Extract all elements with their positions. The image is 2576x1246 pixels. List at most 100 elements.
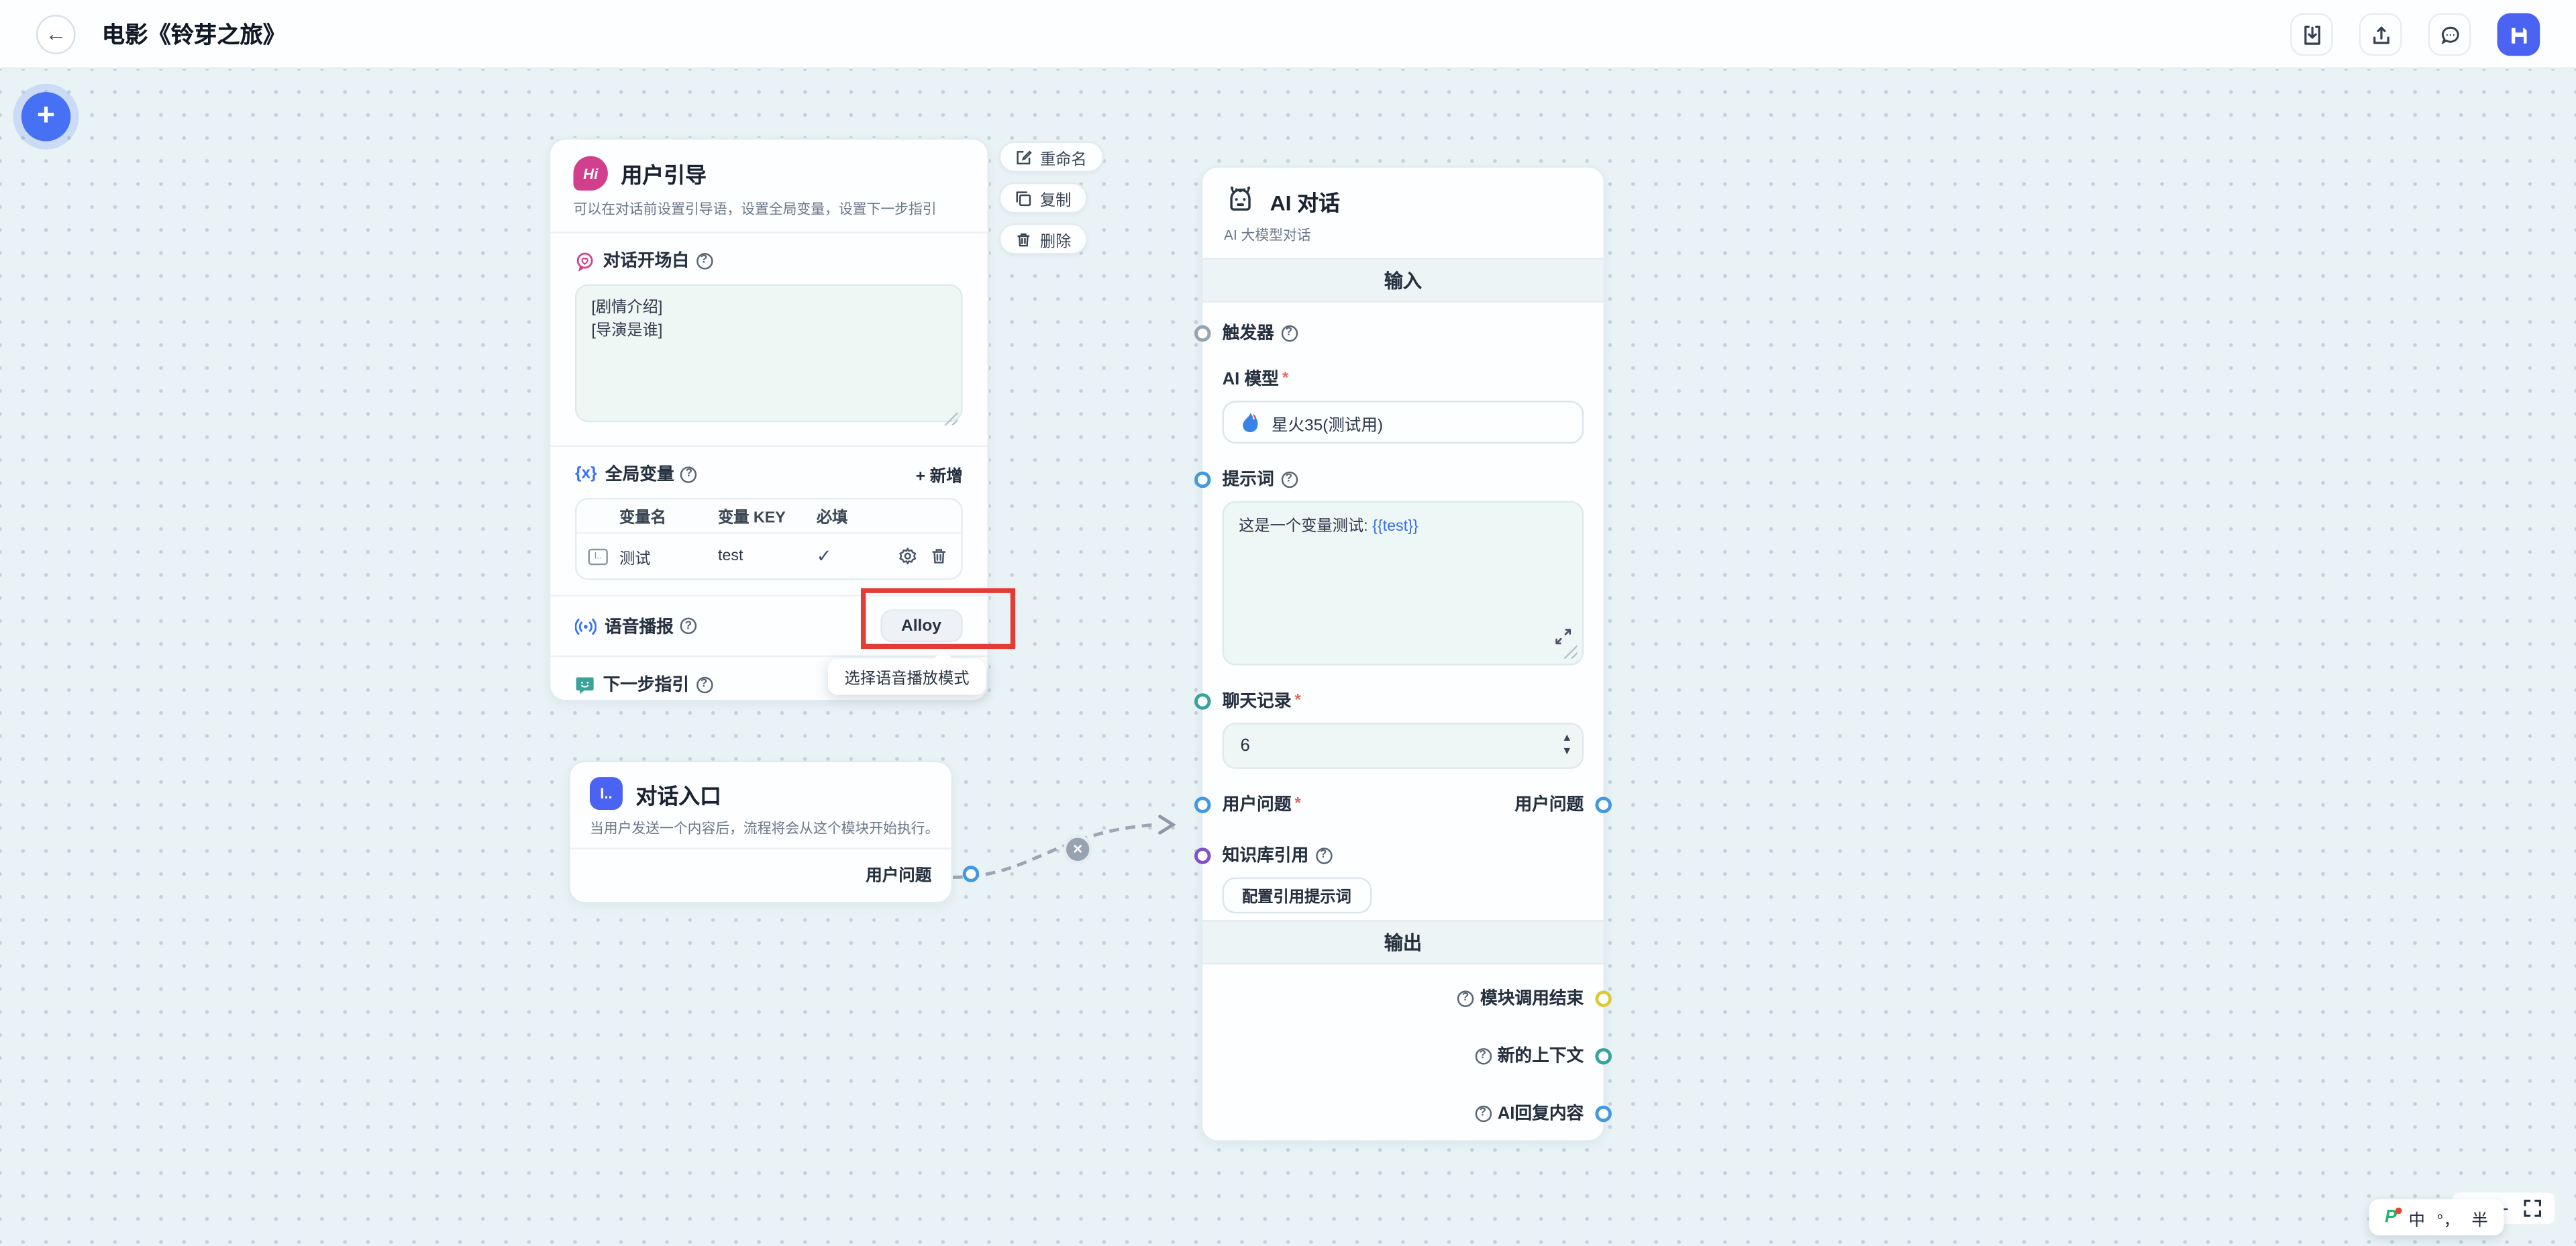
guide-title: 用户引导 [621,158,706,189]
output-port-answer[interactable] [1595,1105,1611,1121]
topbar: ← 电影《铃芽之旅》 [0,0,2576,69]
copy-icon [1015,190,1031,206]
delete-button[interactable]: 删除 [999,223,1088,255]
node-user-guide[interactable]: Hi 用户引导 可以在对话前设置引导语，设置全局变量，设置下一步指引 对话开场白… [549,138,989,702]
add-node-button[interactable]: + [21,92,70,141]
prompt-variable-token: {{test}} [1372,517,1419,535]
ime-lang-toggle[interactable]: 中 [2409,1205,2425,1230]
history-label: 聊天记录 [1223,688,1292,713]
plus-icon: + [37,99,55,135]
help-icon[interactable]: ? [1457,990,1474,1006]
import-icon [2301,24,2322,46]
tts-label: 语音播报 [605,613,674,638]
prompt-textarea[interactable]: 这是一个变量测试: {{test}} [1223,501,1584,666]
entry-title: 对话入口 [636,778,721,809]
copy-label: 复制 [1040,187,1072,209]
input-port-prompt[interactable] [1194,470,1210,486]
rename-label: 重命名 [1040,146,1087,168]
help-icon[interactable]: ? [1474,1047,1490,1063]
entry-header: I.. 对话入口 当用户发送一个内容后，流程将会从这个模块开始执行。 [570,762,951,847]
help-icon[interactable]: ? [696,676,712,692]
flow-canvas[interactable]: × + Hi 用户引导 可以在对话前设置引导语，设置全局变量，设置下一步指引 [0,69,2576,1245]
help-icon[interactable]: ? [681,466,697,482]
export-button[interactable] [2359,13,2402,56]
trigger-label: 触发器 [1223,320,1274,345]
gear-icon[interactable] [898,547,917,565]
opening-section: 对话开场白 ? [剧情介绍] [导演是谁] [550,233,987,446]
input-port-question[interactable] [1194,796,1210,812]
prompt-row: 提示词 ? [1223,466,1584,491]
rename-button[interactable]: 重命名 [999,142,1104,173]
opening-label: 对话开场白 [603,248,690,273]
input-port-history[interactable] [1194,692,1210,709]
input-port-trigger[interactable] [1194,325,1210,341]
history-number-input[interactable]: 6 ▲ ▼ [1223,723,1584,769]
remove-connection-button[interactable]: × [1063,835,1092,864]
help-icon[interactable]: ? [1474,1105,1490,1121]
import-button[interactable] [2290,13,2333,56]
var-name: 测试 [619,545,718,568]
heart-bubble-icon [575,250,595,270]
entry-node-icon: I.. [590,777,623,810]
tooltip-text: 选择语音播放模式 [844,666,969,688]
help-icon[interactable]: ? [696,252,712,268]
spinner-up-icon[interactable]: ▲ [1561,733,1572,744]
output-port-finish[interactable] [1595,990,1611,1006]
ai-subtitle: AI 大模型对话 [1224,225,1582,244]
voice-broadcast-icon [575,617,597,635]
output-row-finish: ? 模块调用结束 [1223,986,1584,1010]
add-variable-button[interactable]: + 新增 [916,462,963,486]
kb-config-button[interactable]: 配置引用提示词 [1223,877,1372,913]
tts-tooltip: 选择语音播放模式 [828,659,986,695]
prompt-text: 这是一个变量测试: [1239,517,1372,535]
robot-icon [1224,184,1257,217]
chat-test-button[interactable] [2428,13,2471,56]
opening-textarea[interactable]: [剧情介绍] [导演是谁] [575,284,963,423]
spinner-down-icon[interactable]: ▼ [1561,747,1572,758]
model-label: AI 模型 [1223,366,1279,391]
help-icon[interactable]: ? [1315,847,1331,863]
entry-output-row: 用户问题 [570,849,951,897]
ai-header: AI 对话 AI 大模型对话 [1202,168,1603,258]
trash-icon[interactable] [930,547,948,565]
help-icon[interactable]: ? [1281,470,1297,486]
copy-button[interactable]: 复制 [999,183,1088,214]
history-row: 聊天记录 * [1223,688,1584,713]
output-port-question[interactable] [1595,796,1611,812]
tts-section: 语音播报 ? Alloy [550,596,987,656]
help-icon[interactable]: ? [1281,325,1297,341]
next-guide-label: 下一步指引 [603,672,690,696]
export-icon [2370,24,2391,46]
node-ai-chat[interactable]: AI 对话 AI 大模型对话 输入 触发器 ? AI 模型 * [1201,166,1605,1141]
ime-width-toggle[interactable]: 半 [2471,1205,2487,1230]
ime-punct-toggle[interactable]: °， [2437,1205,2460,1230]
entry-output-label: 用户问题 [866,861,931,886]
entry-desc: 当用户发送一个内容后，流程将会从这个模块开始执行。 [590,818,931,837]
variables-section: {x} 全局变量 ? + 新增 变量名 变量 KEY 必填 [550,447,987,594]
col-required: 必填 [817,505,886,527]
input-port-kb[interactable] [1194,847,1210,863]
fullscreen-icon[interactable] [2524,1199,2542,1217]
node-chat-entry[interactable]: I.. 对话入口 当用户发送一个内容后，流程将会从这个模块开始执行。 用户问题 [568,761,953,904]
col-name: 变量名 [619,505,718,527]
output-label: 新的上下文 [1498,1043,1584,1068]
model-label-row: AI 模型 * [1223,366,1584,391]
output-port-context[interactable] [1595,1047,1611,1063]
back-button[interactable]: ← [36,14,76,54]
ime-logo-icon[interactable]: P [2385,1208,2397,1227]
tts-voice-select[interactable]: Alloy [880,609,963,642]
input-section-header: 输入 [1202,258,1603,302]
delete-label: 删除 [1040,227,1072,250]
ai-input-body: 触发器 ? AI 模型 * 星火35(测试用) 提示词 [1202,303,1603,921]
guide-subtitle: 可以在对话前设置引导语，设置全局变量，设置下一步指引 [573,199,964,218]
save-button[interactable] [2497,13,2540,56]
help-icon[interactable]: ? [680,618,697,634]
model-select[interactable]: 星火35(测试用) [1223,401,1584,444]
required-check-icon: ✓ [817,546,886,567]
var-key: test [718,547,817,565]
output-port[interactable] [963,865,979,881]
required-star: * [1282,370,1289,388]
expand-icon[interactable] [1554,627,1572,654]
ime-toolbar: P 中 °， 半 [2369,1199,2504,1235]
variables-table-header: 变量名 变量 KEY 必填 [576,499,961,532]
